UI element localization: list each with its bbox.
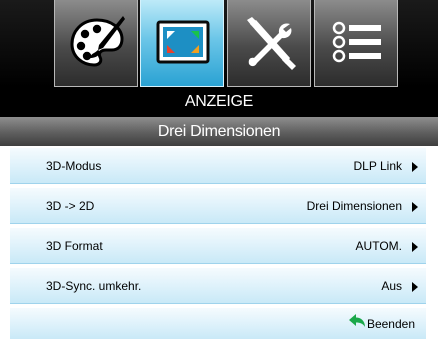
row-value: DLP Link: [353, 159, 402, 173]
row-value: Aus: [381, 279, 402, 293]
row-label: 3D-Modus: [46, 159, 102, 173]
exit-label: Beenden: [366, 317, 415, 331]
row-3d-to-2d[interactable]: 3D -> 2D Drei Dimensionen: [10, 187, 426, 224]
chevron-right-icon[interactable]: [412, 162, 418, 172]
display-icon: [156, 20, 210, 64]
tab-options[interactable]: [314, 0, 398, 87]
menu-title: ANZEIGE: [0, 87, 438, 117]
list-icon: [332, 21, 381, 63]
row-label: 3D Format: [46, 239, 103, 253]
chevron-right-icon[interactable]: [412, 202, 418, 212]
menu-tab-bar: [0, 0, 438, 87]
row-value: AUTOM.: [355, 239, 402, 253]
chevron-right-icon[interactable]: [412, 242, 418, 252]
row-3d-sync-invert[interactable]: 3D-Sync. umkehr. Aus: [10, 267, 426, 304]
row-label: 3D -> 2D: [46, 199, 95, 213]
row-3d-format[interactable]: 3D Format AUTOM.: [10, 227, 426, 264]
return-arrow-icon: [348, 314, 365, 327]
projector-osd-menu: ANZEIGE Drei Dimensionen 3D-Modus DLP Li…: [0, 0, 438, 351]
chevron-right-icon[interactable]: [412, 282, 418, 292]
exit-row: Beenden: [10, 307, 426, 339]
row-3d-mode[interactable]: 3D-Modus DLP Link: [10, 147, 426, 184]
settings-list: 3D-Modus DLP Link 3D -> 2D Drei Dimensio…: [10, 147, 426, 339]
row-label: 3D-Sync. umkehr.: [46, 279, 142, 293]
tab-display[interactable]: [140, 0, 224, 87]
palette-icon: [70, 16, 125, 67]
exit-button[interactable]: Beenden: [348, 308, 415, 340]
tab-settings[interactable]: [227, 0, 311, 87]
submenu-title: Drei Dimensionen: [0, 117, 438, 146]
tools-icon: [247, 17, 296, 70]
row-value: Drei Dimensionen: [306, 199, 402, 213]
tab-image[interactable]: [54, 0, 138, 87]
